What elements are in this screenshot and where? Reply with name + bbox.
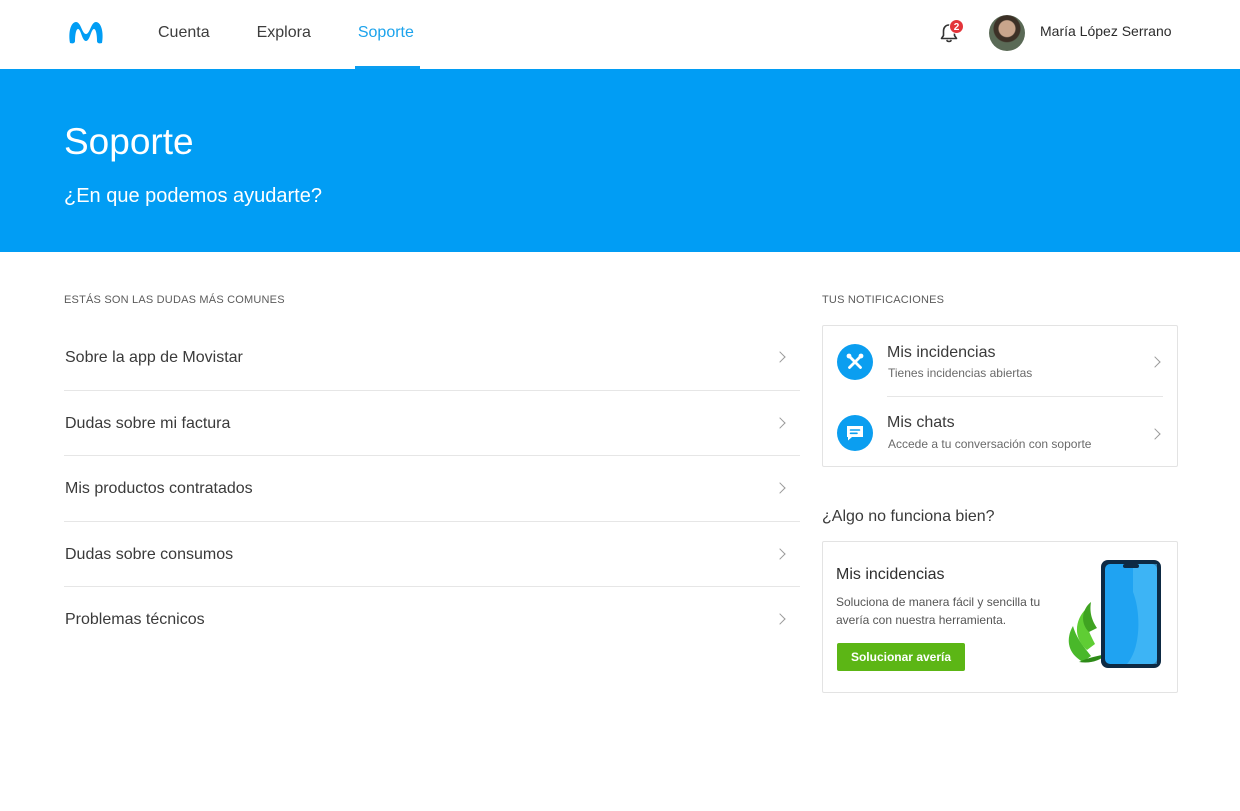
phone-illustration — [1068, 560, 1161, 668]
movistar-logo[interactable] — [66, 18, 106, 46]
nav-tab-explora[interactable]: Explora — [257, 0, 311, 69]
hero-banner: Soporte ¿En que podemos ayudarte? — [0, 69, 1240, 252]
chat-icon — [837, 415, 873, 451]
faq-item[interactable]: Problemas técnicos — [64, 587, 800, 653]
faq-item[interactable]: Dudas sobre consumos — [64, 522, 800, 587]
chevron-right-icon — [774, 351, 786, 363]
user-name[interactable]: María López Serrano — [1040, 23, 1172, 39]
notification-badge: 2 — [949, 19, 964, 34]
chevron-right-icon — [1149, 428, 1161, 440]
faq-item[interactable]: Sobre la app de Movistar — [64, 325, 800, 391]
notification-incidencias[interactable]: Mis incidencias Tienes incidencias abier… — [823, 326, 1177, 396]
notification-title: Mis chats — [887, 414, 955, 431]
page-subtitle: ¿En que podemos ayudarte? — [64, 185, 322, 207]
faq-list: Sobre la app de Movistar Dudas sobre mi … — [64, 325, 800, 653]
main-nav: Cuenta Explora Soporte — [158, 0, 461, 69]
top-navigation-bar: Cuenta Explora Soporte 2 María López Ser… — [0, 0, 1240, 69]
faq-item-label: Sobre la app de Movistar — [65, 349, 243, 366]
faq-item-label: Dudas sobre consumos — [65, 545, 234, 563]
chevron-right-icon — [774, 547, 786, 560]
faq-heading: ESTÁS SON LAS DUDAS MÁS COMUNES — [64, 294, 285, 306]
notification-chats[interactable]: Mis chats Accede a tu conversación con s… — [823, 397, 1177, 467]
help-question: ¿Algo no funciona bien? — [822, 508, 995, 525]
promo-text: Soluciona de manera fácil y sencilla tu … — [836, 595, 1041, 627]
user-avatar[interactable] — [989, 15, 1025, 51]
page-title: Soporte — [64, 121, 194, 162]
notification-subtitle: Tienes incidencias abiertas — [888, 366, 1033, 380]
faq-item-label: Dudas sobre mi factura — [65, 414, 231, 432]
faq-item-label: Problemas técnicos — [65, 611, 205, 628]
promo-title: Mis incidencias — [836, 566, 945, 583]
faq-item-label: Mis productos contratados — [65, 480, 253, 497]
chevron-right-icon — [774, 613, 786, 625]
notifications-card: Mis incidencias Tienes incidencias abier… — [822, 325, 1178, 467]
faq-item[interactable]: Mis productos contratados — [64, 456, 800, 522]
notification-title: Mis incidencias — [887, 344, 996, 361]
incidencias-promo-card: Mis incidencias Soluciona de manera fáci… — [822, 541, 1178, 693]
nav-tab-cuenta[interactable]: Cuenta — [158, 0, 210, 69]
nav-tab-soporte[interactable]: Soporte — [354, 0, 420, 69]
solucionar-averia-button[interactable]: Solucionar avería — [837, 643, 965, 671]
faq-item[interactable]: Dudas sobre mi factura — [64, 391, 800, 456]
notification-subtitle: Accede a tu conversación con soporte — [888, 437, 1092, 451]
chevron-right-icon — [774, 416, 786, 429]
notifications-heading: TUS NOTIFICACIONES — [822, 294, 945, 306]
tools-icon — [837, 344, 873, 380]
chevron-right-icon — [774, 482, 786, 494]
chevron-right-icon — [1149, 356, 1161, 368]
